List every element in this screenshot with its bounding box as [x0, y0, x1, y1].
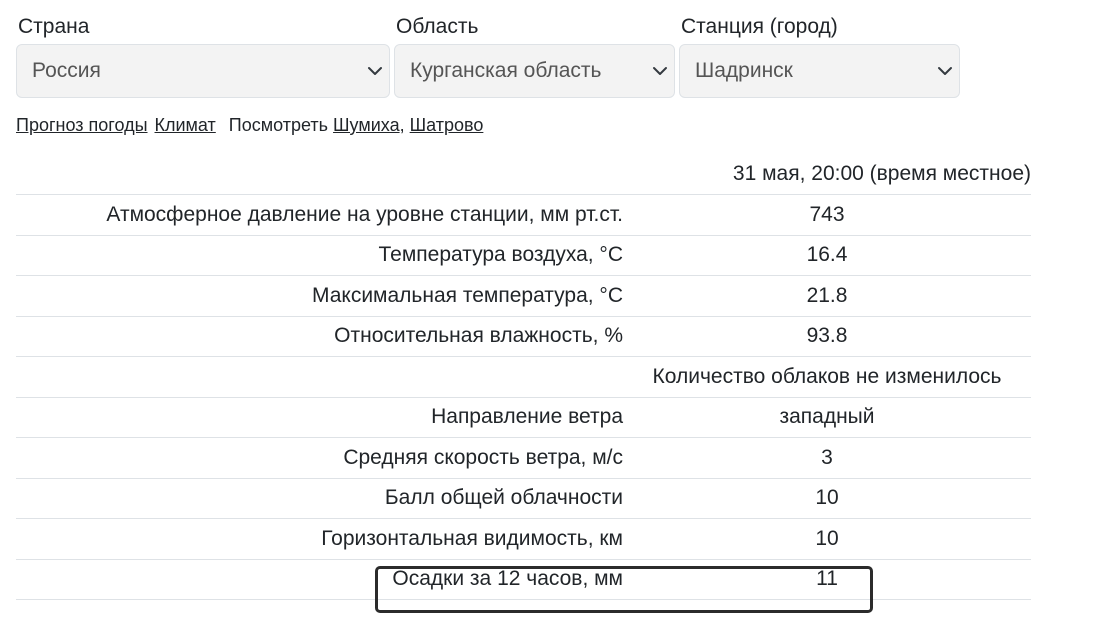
row-label: Относительная влажность, % — [16, 316, 623, 357]
row-label: Температура воздуха, °C — [16, 235, 623, 276]
station-label: Станция (город) — [681, 15, 838, 38]
location-selectors: Страна Россия Область Курганская область… — [16, 14, 964, 98]
table-row: Балл общей облачности 10 — [16, 478, 1031, 519]
table-row: Осадки за 12 часов, мм 11 — [16, 559, 1031, 600]
observation-time: 31 мая, 20:00 (время местное) — [623, 154, 1031, 195]
country-select[interactable]: Россия — [16, 44, 390, 98]
row-value: 21.8 — [623, 275, 1031, 317]
table-row: Атмосферное давление на уровне станции, … — [16, 194, 1031, 236]
row-value: 3 — [623, 437, 1031, 479]
row-value: 10 — [623, 518, 1031, 560]
chevron-down-icon — [653, 67, 667, 75]
row-value: 16.4 — [623, 235, 1031, 276]
table-row: Горизонтальная видимость, км 10 — [16, 518, 1031, 560]
header-empty-cell — [16, 154, 623, 195]
station-selector-group: Станция (город) Шадринск — [679, 14, 960, 98]
row-value: Количество облаков не изменилось — [623, 356, 1031, 398]
weather-archive-page: Страна Россия Область Курганская область… — [0, 0, 1093, 630]
country-select-value: Россия — [32, 59, 101, 82]
station-select[interactable]: Шадринск — [679, 44, 960, 98]
chevron-down-icon — [368, 67, 382, 75]
row-label: Атмосферное давление на уровне станции, … — [16, 194, 623, 236]
region-label: Область — [396, 15, 479, 38]
row-label: Максимальная температура, °C — [16, 275, 623, 317]
row-value: 10 — [623, 478, 1031, 519]
table-row: Средняя скорость ветра, м/с 3 — [16, 437, 1031, 479]
row-label: Балл общей облачности — [16, 478, 623, 519]
table-row: Максимальная температура, °C 21.8 — [16, 275, 1031, 317]
region-selector-group: Область Курганская область — [394, 14, 675, 98]
chevron-down-icon — [938, 67, 952, 75]
climate-link[interactable]: Климат — [155, 115, 216, 135]
link-separator: , — [399, 115, 405, 135]
nearby-station-link-shumikha[interactable]: Шумиха — [333, 115, 400, 135]
forecast-link[interactable]: Прогноз погоды — [16, 115, 148, 135]
see-prefix: Посмотреть — [228, 115, 329, 135]
region-select-value: Курганская область — [410, 59, 602, 82]
row-value: 11 — [623, 559, 1031, 600]
nav-links: Прогноз погоды Климат Посмотреть Шумиха, Ш… — [16, 113, 483, 137]
station-select-value: Шадринск — [695, 59, 793, 82]
row-label: Горизонтальная видимость, км — [16, 518, 623, 560]
table-row: Относительная влажность, % 93.8 — [16, 316, 1031, 357]
country-label: Страна — [18, 15, 90, 38]
row-label: Направление ветра — [16, 397, 623, 438]
row-value: западный — [623, 397, 1031, 438]
row-label — [16, 356, 623, 398]
table-row: Количество облаков не изменилось — [16, 356, 1031, 398]
row-label: Осадки за 12 часов, мм — [16, 559, 623, 600]
table-header-row: 31 мая, 20:00 (время местное) — [16, 154, 1031, 195]
table-row: Направление ветра западный — [16, 397, 1031, 438]
country-selector-group: Страна Россия — [16, 14, 390, 98]
nearby-station-link-shatrovo[interactable]: Шатрово — [410, 115, 484, 135]
weather-data-table: 31 мая, 20:00 (время местное) Атмосферно… — [16, 154, 1031, 600]
row-value: 743 — [623, 194, 1031, 236]
table-row: Температура воздуха, °C 16.4 — [16, 235, 1031, 276]
row-value: 93.8 — [623, 316, 1031, 357]
region-select[interactable]: Курганская область — [394, 44, 675, 98]
row-label: Средняя скорость ветра, м/с — [16, 437, 623, 479]
